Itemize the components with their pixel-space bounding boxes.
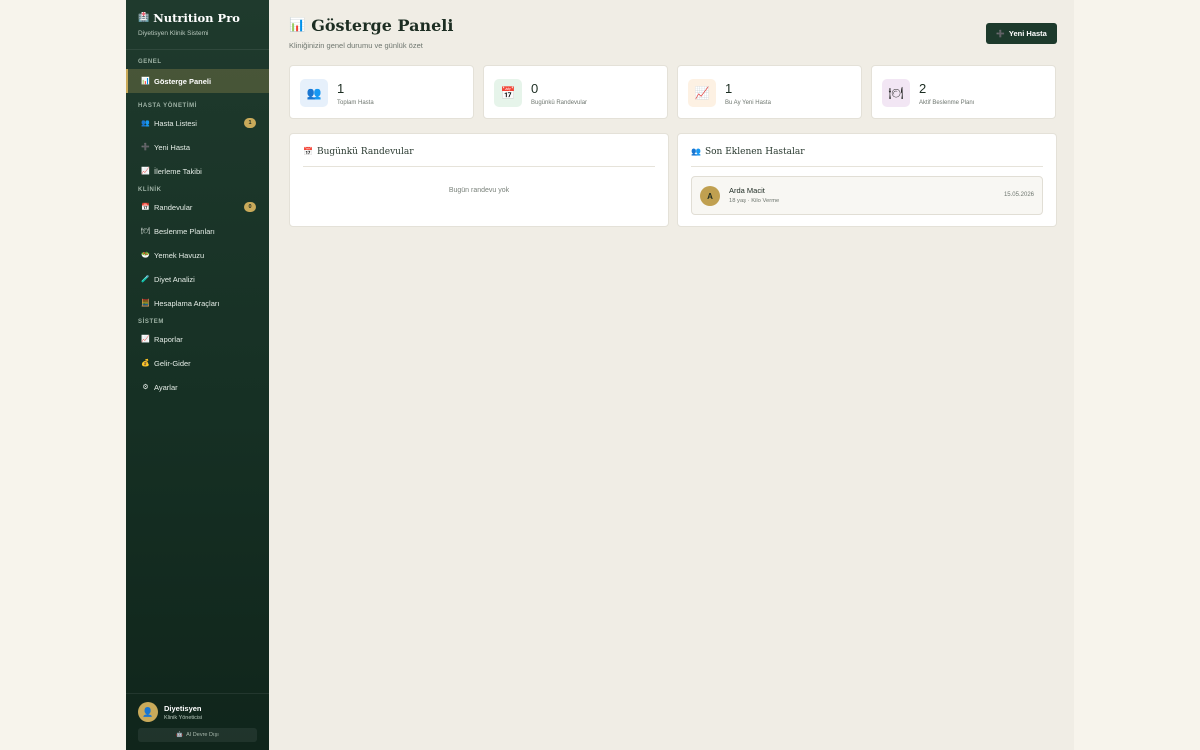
page-title: 📊 Gösterge Paneli — [289, 16, 453, 35]
stat-value: 1 — [725, 81, 733, 96]
stat-card-today-appointments[interactable]: 📅 0 Bugünkü Randevular — [483, 65, 668, 119]
stat-label: Bugünkü Randevular — [531, 100, 588, 106]
sidebar-item-label: Yeni Hasta — [154, 142, 190, 152]
calculator-icon: 🧮 — [141, 300, 150, 307]
test-tube-icon: 🧪 — [141, 276, 150, 283]
stat-value: 0 — [531, 81, 539, 96]
sidebar-item-label: Beslenme Planları — [154, 226, 215, 236]
plate-icon: 🍽 — [882, 79, 910, 107]
sidebar-item-food-pool[interactable]: 🥗 Yemek Havuzu — [126, 243, 269, 267]
sidebar-item-new-patient[interactable]: ➕ Yeni Hasta — [126, 135, 269, 159]
user-profile[interactable]: 👤 Diyetisyen Klinik Yöneticisi — [138, 702, 257, 722]
panel-title: Bugünkü Randevular — [316, 147, 414, 157]
sidebar-item-label: Ayarlar — [154, 382, 178, 392]
patient-name: Arda Macit — [729, 186, 765, 195]
calendar-icon: 📅 — [141, 204, 150, 211]
chart-icon: 📊 — [141, 78, 150, 85]
ai-status-button[interactable]: 🤖 AI Devre Dışı — [138, 728, 257, 742]
plus-icon: ➕ — [996, 30, 1005, 38]
users-icon: 👥 — [300, 79, 328, 107]
sidebar-item-progress[interactable]: 📈 İlerleme Takibi — [126, 159, 269, 183]
report-chart-icon: 📈 — [141, 336, 150, 343]
salad-icon: 🥗 — [141, 252, 150, 259]
recent-patients-panel: 👥 Son Eklenen Hastalar A Arda Macit 18 y… — [677, 133, 1057, 227]
trend-chart-icon: 📈 — [141, 168, 150, 175]
sidebar-footer: 👤 Diyetisyen Klinik Yöneticisi 🤖 AI Devr… — [126, 693, 269, 750]
sidebar-item-appointments[interactable]: 📅 Randevular 0 — [126, 195, 269, 219]
sidebar-item-label: Randevular — [154, 202, 193, 212]
new-patient-button-label: Yeni Hasta — [1008, 29, 1047, 38]
calendar-icon: 📅 — [303, 147, 313, 156]
patient-list-item[interactable]: A Arda Macit 18 yaş · Kilo Verme 15.05.2… — [691, 176, 1043, 215]
sidebar-item-label: Gösterge Paneli — [154, 76, 212, 86]
new-patient-button[interactable]: ➕ Yeni Hasta — [986, 23, 1057, 44]
plus-icon: ➕ — [141, 144, 150, 151]
trend-chart-icon: 📈 — [688, 79, 716, 107]
brand-subtitle: Diyetisyen Klinik Sistemi — [138, 30, 209, 37]
sidebar-item-label: Diyet Analizi — [154, 274, 195, 284]
main-content: 📊 Gösterge Paneli Kliniğinizin genel dur… — [269, 0, 1074, 750]
sidebar-item-label: Hasta Listesi — [154, 118, 197, 128]
sidebar-item-label: Gelir-Gider — [154, 358, 191, 368]
users-icon: 👥 — [141, 120, 150, 127]
appointment-count-badge: 0 — [244, 202, 256, 212]
panel-title: Son Eklenen Hastalar — [704, 147, 805, 157]
sidebar-item-label: İlerleme Takibi — [154, 166, 202, 176]
sidebar: 🏥 Nutrition Pro Diyetisyen Klinik Sistem… — [126, 0, 269, 750]
robot-icon: 🤖 — [176, 732, 184, 738]
ai-status-label: AI Devre Dışı — [186, 732, 219, 738]
stat-card-total-patients[interactable]: 👥 1 Toplam Hasta — [289, 65, 474, 119]
empty-state-text: Bugün randevu yok — [448, 187, 510, 194]
page-background-right — [1074, 0, 1200, 750]
avatar: 👤 — [138, 702, 158, 722]
user-role: Klinik Yöneticisi — [164, 714, 203, 721]
panel-header: 📅 Bugünkü Randevular — [303, 147, 655, 167]
users-icon: 👥 — [691, 147, 701, 156]
sidebar-item-finance[interactable]: 💰 Gelir-Gider — [126, 351, 269, 375]
sidebar-item-label: Hesaplama Araçları — [154, 298, 220, 308]
app-window: 🏥 Nutrition Pro Diyetisyen Klinik Sistem… — [126, 0, 1074, 750]
stat-label: Aktif Beslenme Planı — [919, 100, 975, 106]
brand-title: 🏥 Nutrition Pro — [138, 11, 257, 25]
panel-header: 👥 Son Eklenen Hastalar — [691, 147, 1043, 167]
patient-count-badge: 1 — [244, 118, 256, 128]
page-title-text: Gösterge Paneli — [311, 16, 454, 35]
page-subtitle: Kliniğinizin genel durumu ve günlük özet — [289, 41, 423, 50]
sidebar-item-settings[interactable]: ⚙ Ayarlar — [126, 375, 269, 399]
sidebar-item-patient-list[interactable]: 👥 Hasta Listesi 1 — [126, 111, 269, 135]
stat-card-active-plans[interactable]: 🍽 2 Aktif Beslenme Planı — [871, 65, 1056, 119]
stat-value: 1 — [337, 81, 345, 96]
money-bag-icon: 💰 — [141, 360, 150, 367]
sidebar-item-label: Raporlar — [154, 334, 183, 344]
clinic-icon: 🏥 — [138, 13, 150, 23]
brand-name: Nutrition Pro — [153, 11, 240, 25]
sidebar-item-label: Yemek Havuzu — [154, 250, 205, 260]
sidebar-item-reports[interactable]: 📈 Raporlar — [126, 327, 269, 351]
stat-value: 2 — [919, 81, 927, 96]
sidebar-item-diet-analysis[interactable]: 🧪 Diyet Analizi — [126, 267, 269, 291]
user-name: Diyetisyen — [164, 703, 202, 713]
gear-icon: ⚙ — [142, 384, 149, 391]
patient-avatar: A — [700, 186, 720, 206]
today-appointments-panel: 📅 Bugünkü Randevular Bugün randevu yok — [289, 133, 669, 227]
stat-label: Toplam Hasta — [337, 100, 374, 106]
chart-icon: 📊 — [289, 18, 306, 33]
brand: 🏥 Nutrition Pro Diyetisyen Klinik Sistem… — [126, 0, 269, 50]
patient-date: 15.05.2026 — [1003, 192, 1034, 198]
calendar-icon: 📅 — [494, 79, 522, 107]
stat-label: Bu Ay Yeni Hasta — [725, 100, 771, 106]
sidebar-item-nutrition-plans[interactable]: 🍽 Beslenme Planları — [126, 219, 269, 243]
plate-icon: 🍽 — [141, 228, 150, 235]
sidebar-item-calculators[interactable]: 🧮 Hesaplama Araçları — [126, 291, 269, 315]
sidebar-item-dashboard[interactable]: 📊 Gösterge Paneli — [126, 69, 269, 93]
patient-meta: 18 yaş · Kilo Verme — [729, 198, 780, 204]
stat-card-new-this-month[interactable]: 📈 1 Bu Ay Yeni Hasta — [677, 65, 862, 119]
